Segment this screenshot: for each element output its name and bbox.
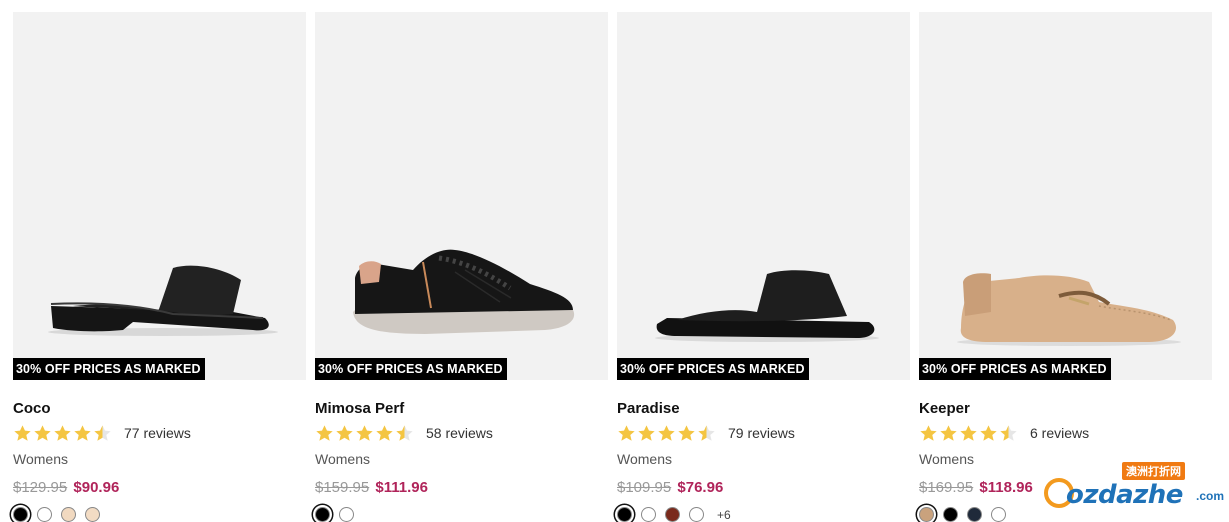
star-icon <box>618 424 635 441</box>
star-icon <box>920 424 937 441</box>
star-icon <box>396 424 413 441</box>
product-name[interactable]: Paradise <box>617 400 910 418</box>
rating-stars <box>315 424 414 443</box>
star-icon <box>638 424 655 441</box>
star-icon <box>74 424 91 441</box>
star-icon <box>940 424 957 441</box>
promo-badge: 30% OFF PRICES AS MARKED <box>617 358 809 380</box>
original-price: $159.95 <box>315 479 370 496</box>
watermark-tag: 澳洲打折网 <box>1122 462 1185 480</box>
review-count[interactable]: 79 reviews <box>728 425 795 441</box>
star-icon <box>316 424 333 441</box>
color-swatch[interactable] <box>617 507 632 522</box>
color-swatches <box>13 507 306 522</box>
watermark-suffix: .com <box>1196 489 1225 503</box>
product-image[interactable]: 30% OFF PRICES AS MARKED <box>13 12 306 380</box>
color-swatch[interactable] <box>61 507 76 522</box>
promo-badge: 30% OFF PRICES AS MARKED <box>13 358 205 380</box>
product-image[interactable]: 30% OFF PRICES AS MARKED <box>315 12 608 380</box>
product-name[interactable]: Keeper <box>919 400 1212 418</box>
product-category: Womens <box>13 451 68 467</box>
star-icon <box>1000 424 1017 441</box>
color-swatch[interactable] <box>919 507 934 522</box>
color-swatches: +6 <box>617 507 910 522</box>
sale-price: $90.96 <box>73 479 120 496</box>
product-name[interactable]: Mimosa Perf <box>315 400 608 418</box>
sale-price: $118.96 <box>979 479 1033 496</box>
color-swatch[interactable] <box>641 507 656 522</box>
star-icon <box>698 424 715 441</box>
product-photo-sneaker <box>353 249 575 334</box>
color-swatch[interactable] <box>943 507 958 522</box>
rating[interactable]: 58 reviews <box>315 423 608 443</box>
sale-price: $111.96 <box>375 479 428 496</box>
price: $159.95 $111.96 <box>315 479 608 497</box>
product-card[interactable]: 30% OFF PRICES AS MARKED Coco 77 reviews… <box>13 12 306 522</box>
color-swatch[interactable] <box>665 507 680 522</box>
product-photo-loafer <box>957 273 1181 346</box>
review-count[interactable]: 58 reviews <box>426 425 493 441</box>
product-photo-slide-sandal <box>48 265 278 336</box>
color-swatch[interactable] <box>339 507 354 522</box>
star-icon <box>658 424 675 441</box>
review-count[interactable]: 77 reviews <box>124 425 191 441</box>
star-icon <box>34 424 51 441</box>
rating[interactable]: 6 reviews <box>919 423 1212 443</box>
star-icon <box>356 424 373 441</box>
rating-stars <box>919 424 1018 443</box>
color-swatch[interactable] <box>37 507 52 522</box>
star-icon <box>678 424 695 441</box>
promo-badge: 30% OFF PRICES AS MARKED <box>315 358 507 380</box>
color-swatch[interactable] <box>689 507 704 522</box>
product-card[interactable]: 30% OFF PRICES AS MARKED Keeper 6 review… <box>919 12 1212 522</box>
price: $109.95 $76.96 <box>617 479 910 497</box>
color-swatches <box>315 507 608 522</box>
sale-price: $76.96 <box>677 479 724 496</box>
rating[interactable]: 77 reviews <box>13 423 306 443</box>
color-swatch[interactable] <box>13 507 28 522</box>
color-swatch[interactable] <box>967 507 982 522</box>
watermark-text: ozdazhe <box>1066 480 1183 510</box>
star-icon <box>94 424 111 441</box>
watermark-logo: 澳洲打折网 ozdazhe .com <box>1042 460 1225 516</box>
original-price: $129.95 <box>13 479 68 496</box>
star-icon <box>376 424 393 441</box>
product-image[interactable]: 30% OFF PRICES AS MARKED <box>617 12 910 380</box>
star-icon <box>14 424 31 441</box>
product-card[interactable]: 30% OFF PRICES AS MARKED Mimosa Perf 58 … <box>315 12 608 522</box>
star-icon <box>980 424 997 441</box>
rating[interactable]: 79 reviews <box>617 423 910 443</box>
product-category: Womens <box>315 451 370 467</box>
product-category: Womens <box>617 451 672 467</box>
rating-stars <box>13 424 112 443</box>
product-photo-flat-slide <box>655 270 879 342</box>
color-swatch[interactable] <box>991 507 1006 522</box>
promo-badge: 30% OFF PRICES AS MARKED <box>919 358 1111 380</box>
review-count[interactable]: 6 reviews <box>1030 425 1089 441</box>
star-icon <box>960 424 977 441</box>
star-icon <box>54 424 71 441</box>
color-swatch[interactable] <box>315 507 330 522</box>
product-image[interactable]: 30% OFF PRICES AS MARKED <box>919 12 1212 380</box>
product-card[interactable]: 30% OFF PRICES AS MARKED Paradise 79 rev… <box>617 12 910 522</box>
color-swatch[interactable] <box>85 507 100 522</box>
original-price: $169.95 <box>919 479 974 496</box>
more-colors-link[interactable]: +6 <box>717 508 731 522</box>
star-icon <box>336 424 353 441</box>
product-grid: 30% OFF PRICES AS MARKED Coco 77 reviews… <box>13 12 1212 522</box>
price: $129.95 $90.96 <box>13 479 306 497</box>
original-price: $109.95 <box>617 479 672 496</box>
rating-stars <box>617 424 716 443</box>
product-name[interactable]: Coco <box>13 400 306 418</box>
